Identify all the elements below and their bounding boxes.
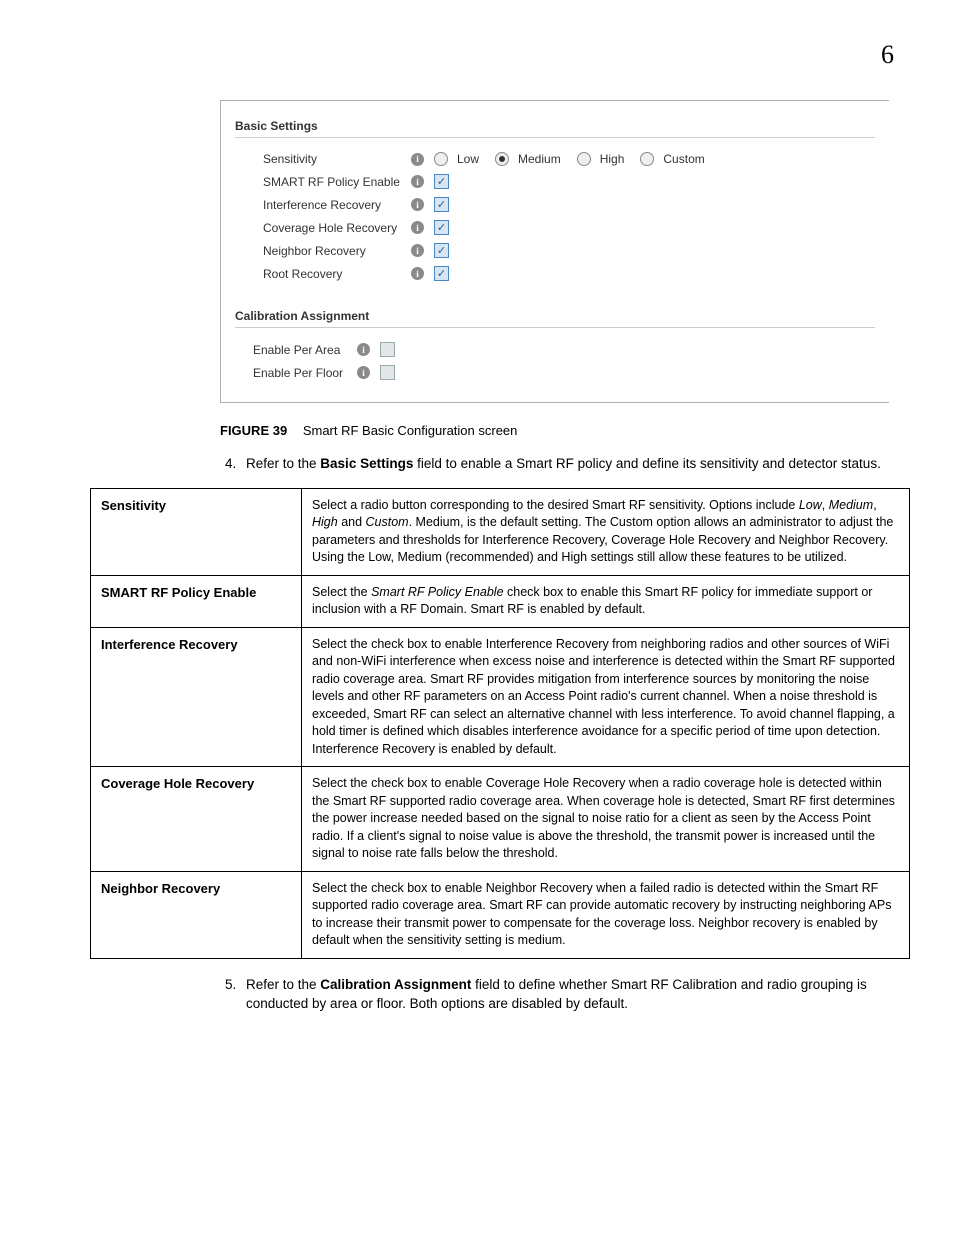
per-floor-checkbox[interactable] [380, 365, 395, 380]
divider [235, 327, 875, 328]
basic-settings-title: Basic Settings [235, 119, 875, 133]
coverage-label: Coverage Hole Recovery [263, 221, 411, 235]
figure-text: Smart RF Basic Configuration screen [303, 423, 518, 438]
table-row: Sensitivity Select a radio button corres… [91, 488, 910, 575]
desc-sensitivity: Select a radio button corresponding to t… [302, 488, 910, 575]
radio-high[interactable] [577, 152, 591, 166]
coverage-checkbox[interactable] [434, 220, 449, 235]
radio-custom[interactable] [640, 152, 654, 166]
per-area-label: Enable Per Area [253, 343, 357, 357]
term-interference: Interference Recovery [91, 627, 302, 767]
row-root: Root Recovery i [263, 266, 875, 281]
step-5: Refer to the Calibration Assignment fiel… [240, 975, 894, 1014]
step-list: Refer to the Calibration Assignment fiel… [240, 975, 894, 1014]
sensitivity-label: Sensitivity [263, 152, 411, 166]
term-smart-rf: SMART RF Policy Enable [91, 575, 302, 627]
info-icon[interactable]: i [411, 221, 424, 234]
term-sensitivity: Sensitivity [91, 488, 302, 575]
desc-coverage: Select the check box to enable Coverage … [302, 767, 910, 872]
config-panel: Basic Settings Sensitivity i Low Medium … [220, 100, 889, 403]
desc-smart-rf: Select the Smart RF Policy Enable check … [302, 575, 910, 627]
neighbor-checkbox[interactable] [434, 243, 449, 258]
per-area-checkbox[interactable] [380, 342, 395, 357]
radio-medium[interactable] [495, 152, 509, 166]
divider [235, 137, 875, 138]
term-coverage: Coverage Hole Recovery [91, 767, 302, 872]
row-per-floor: Enable Per Floor i [253, 365, 875, 380]
table-row: Interference Recovery Select the check b… [91, 627, 910, 767]
table-row: SMART RF Policy Enable Select the Smart … [91, 575, 910, 627]
row-neighbor: Neighbor Recovery i [263, 243, 875, 258]
radio-high-label: High [600, 152, 625, 166]
step-list: Refer to the Basic Settings field to ena… [240, 454, 894, 474]
info-icon[interactable]: i [411, 244, 424, 257]
interference-label: Interference Recovery [263, 198, 411, 212]
figure-caption: FIGURE 39 Smart RF Basic Configuration s… [220, 423, 894, 438]
smart-rf-checkbox[interactable] [434, 174, 449, 189]
neighbor-label: Neighbor Recovery [263, 244, 411, 258]
info-icon[interactable]: i [411, 175, 424, 188]
info-icon[interactable]: i [357, 343, 370, 356]
row-smart-rf: SMART RF Policy Enable i [263, 174, 875, 189]
radio-custom-label: Custom [663, 152, 704, 166]
per-floor-label: Enable Per Floor [253, 366, 357, 380]
radio-low-label: Low [457, 152, 479, 166]
basic-settings-fieldset: Basic Settings Sensitivity i Low Medium … [235, 119, 875, 281]
page-number: 6 [60, 40, 894, 70]
info-icon[interactable]: i [411, 267, 424, 280]
figure-number: FIGURE 39 [220, 423, 287, 438]
row-sensitivity: Sensitivity i Low Medium High Custom [263, 152, 875, 166]
sensitivity-radio-group: Low Medium High Custom [434, 152, 715, 166]
row-per-area: Enable Per Area i [253, 342, 875, 357]
description-table: Sensitivity Select a radio button corres… [90, 488, 910, 959]
info-icon[interactable]: i [411, 153, 424, 166]
calibration-fieldset: Calibration Assignment Enable Per Area i… [235, 309, 875, 380]
root-checkbox[interactable] [434, 266, 449, 281]
term-neighbor: Neighbor Recovery [91, 871, 302, 958]
radio-medium-label: Medium [518, 152, 561, 166]
interference-checkbox[interactable] [434, 197, 449, 212]
desc-interference: Select the check box to enable Interfere… [302, 627, 910, 767]
table-row: Neighbor Recovery Select the check box t… [91, 871, 910, 958]
radio-low[interactable] [434, 152, 448, 166]
calibration-title: Calibration Assignment [235, 309, 875, 323]
smart-rf-label: SMART RF Policy Enable [263, 175, 411, 189]
row-interference: Interference Recovery i [263, 197, 875, 212]
root-label: Root Recovery [263, 267, 411, 281]
desc-neighbor: Select the check box to enable Neighbor … [302, 871, 910, 958]
info-icon[interactable]: i [357, 366, 370, 379]
info-icon[interactable]: i [411, 198, 424, 211]
row-coverage: Coverage Hole Recovery i [263, 220, 875, 235]
table-row: Coverage Hole Recovery Select the check … [91, 767, 910, 872]
step-4: Refer to the Basic Settings field to ena… [240, 454, 894, 474]
